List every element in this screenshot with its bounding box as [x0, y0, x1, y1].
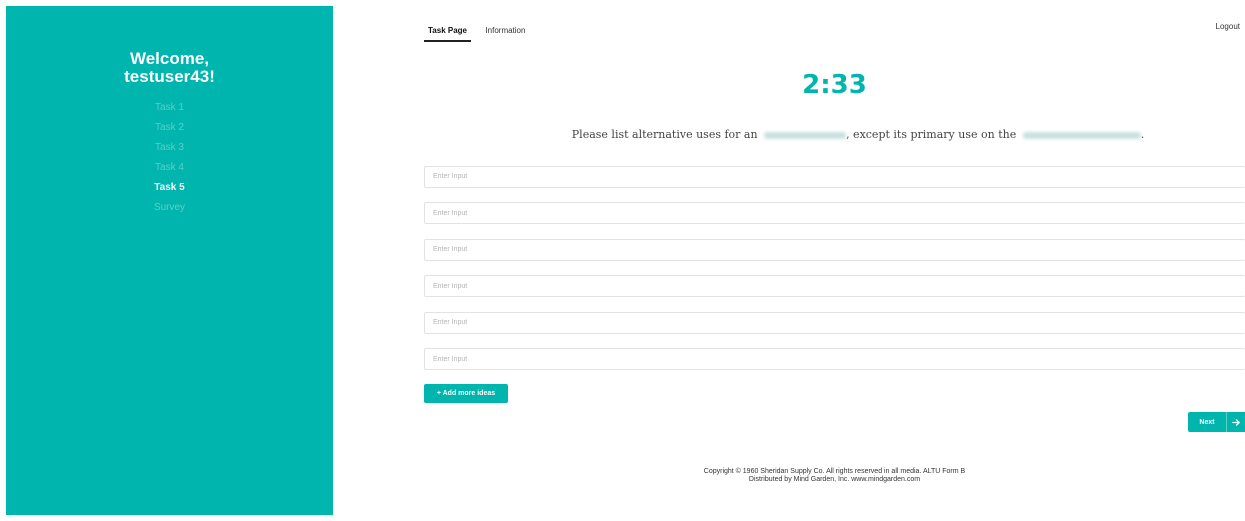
prompt-text-3: . — [1140, 128, 1145, 141]
sidebar-item-task-1[interactable]: Task 1 — [6, 98, 333, 118]
prompt-text-1: Please list alternative uses for an — [571, 128, 758, 141]
idea-input-4[interactable] — [424, 275, 1245, 297]
welcome-line-1: Welcome, — [129, 49, 210, 68]
welcome-username: testuser43! — [124, 67, 215, 86]
prompt-text-2: , except its primary use on the — [846, 128, 1017, 141]
distributor-text: Distributed by Mind Garden, Inc. www.min… — [748, 476, 921, 483]
task-prompt: Please list alternative uses for an , ex… — [424, 128, 1245, 141]
idea-input-2[interactable] — [424, 202, 1245, 224]
countdown-timer: 2:33 — [802, 70, 867, 100]
top-tabs: Task Page Information — [424, 20, 535, 42]
tab-information[interactable]: Information — [481, 26, 529, 40]
sidebar-nav: Task 1 Task 2 Task 3 Task 4 Task 5 Surve… — [6, 98, 333, 218]
idea-input-3[interactable] — [424, 238, 1245, 261]
arrow-right-icon — [1226, 412, 1245, 432]
copyright-text: Copyright © 1960 Sheridan Supply Co. All… — [703, 468, 966, 475]
sidebar: Welcome, testuser43! Task 1 Task 2 Task … — [6, 6, 333, 515]
sidebar-item-task-5[interactable]: Task 5 — [6, 178, 333, 198]
sidebar-item-task-3[interactable]: Task 3 — [6, 138, 333, 158]
idea-input-5[interactable] — [424, 311, 1245, 334]
redacted-object-name — [764, 131, 847, 139]
welcome-heading: Welcome, testuser43! — [6, 50, 333, 86]
ideas-input-list — [424, 165, 1245, 384]
idea-input-1[interactable] — [424, 165, 1245, 188]
idea-input-6[interactable] — [424, 348, 1245, 370]
tab-task-page[interactable]: Task Page — [424, 26, 471, 42]
footer: Copyright © 1960 Sheridan Supply Co. All… — [424, 468, 1245, 484]
sidebar-item-task-4[interactable]: Task 4 — [6, 158, 333, 178]
next-button-label: Next — [1199, 418, 1215, 426]
add-more-ideas-button[interactable]: + Add more ideas — [424, 384, 508, 403]
sidebar-item-survey[interactable]: Survey — [6, 198, 333, 218]
redacted-primary-use — [1022, 131, 1141, 139]
sidebar-item-task-2[interactable]: Task 2 — [6, 118, 333, 138]
logout-link[interactable]: Logout — [1216, 22, 1240, 31]
next-button[interactable]: Next — [1188, 412, 1245, 432]
